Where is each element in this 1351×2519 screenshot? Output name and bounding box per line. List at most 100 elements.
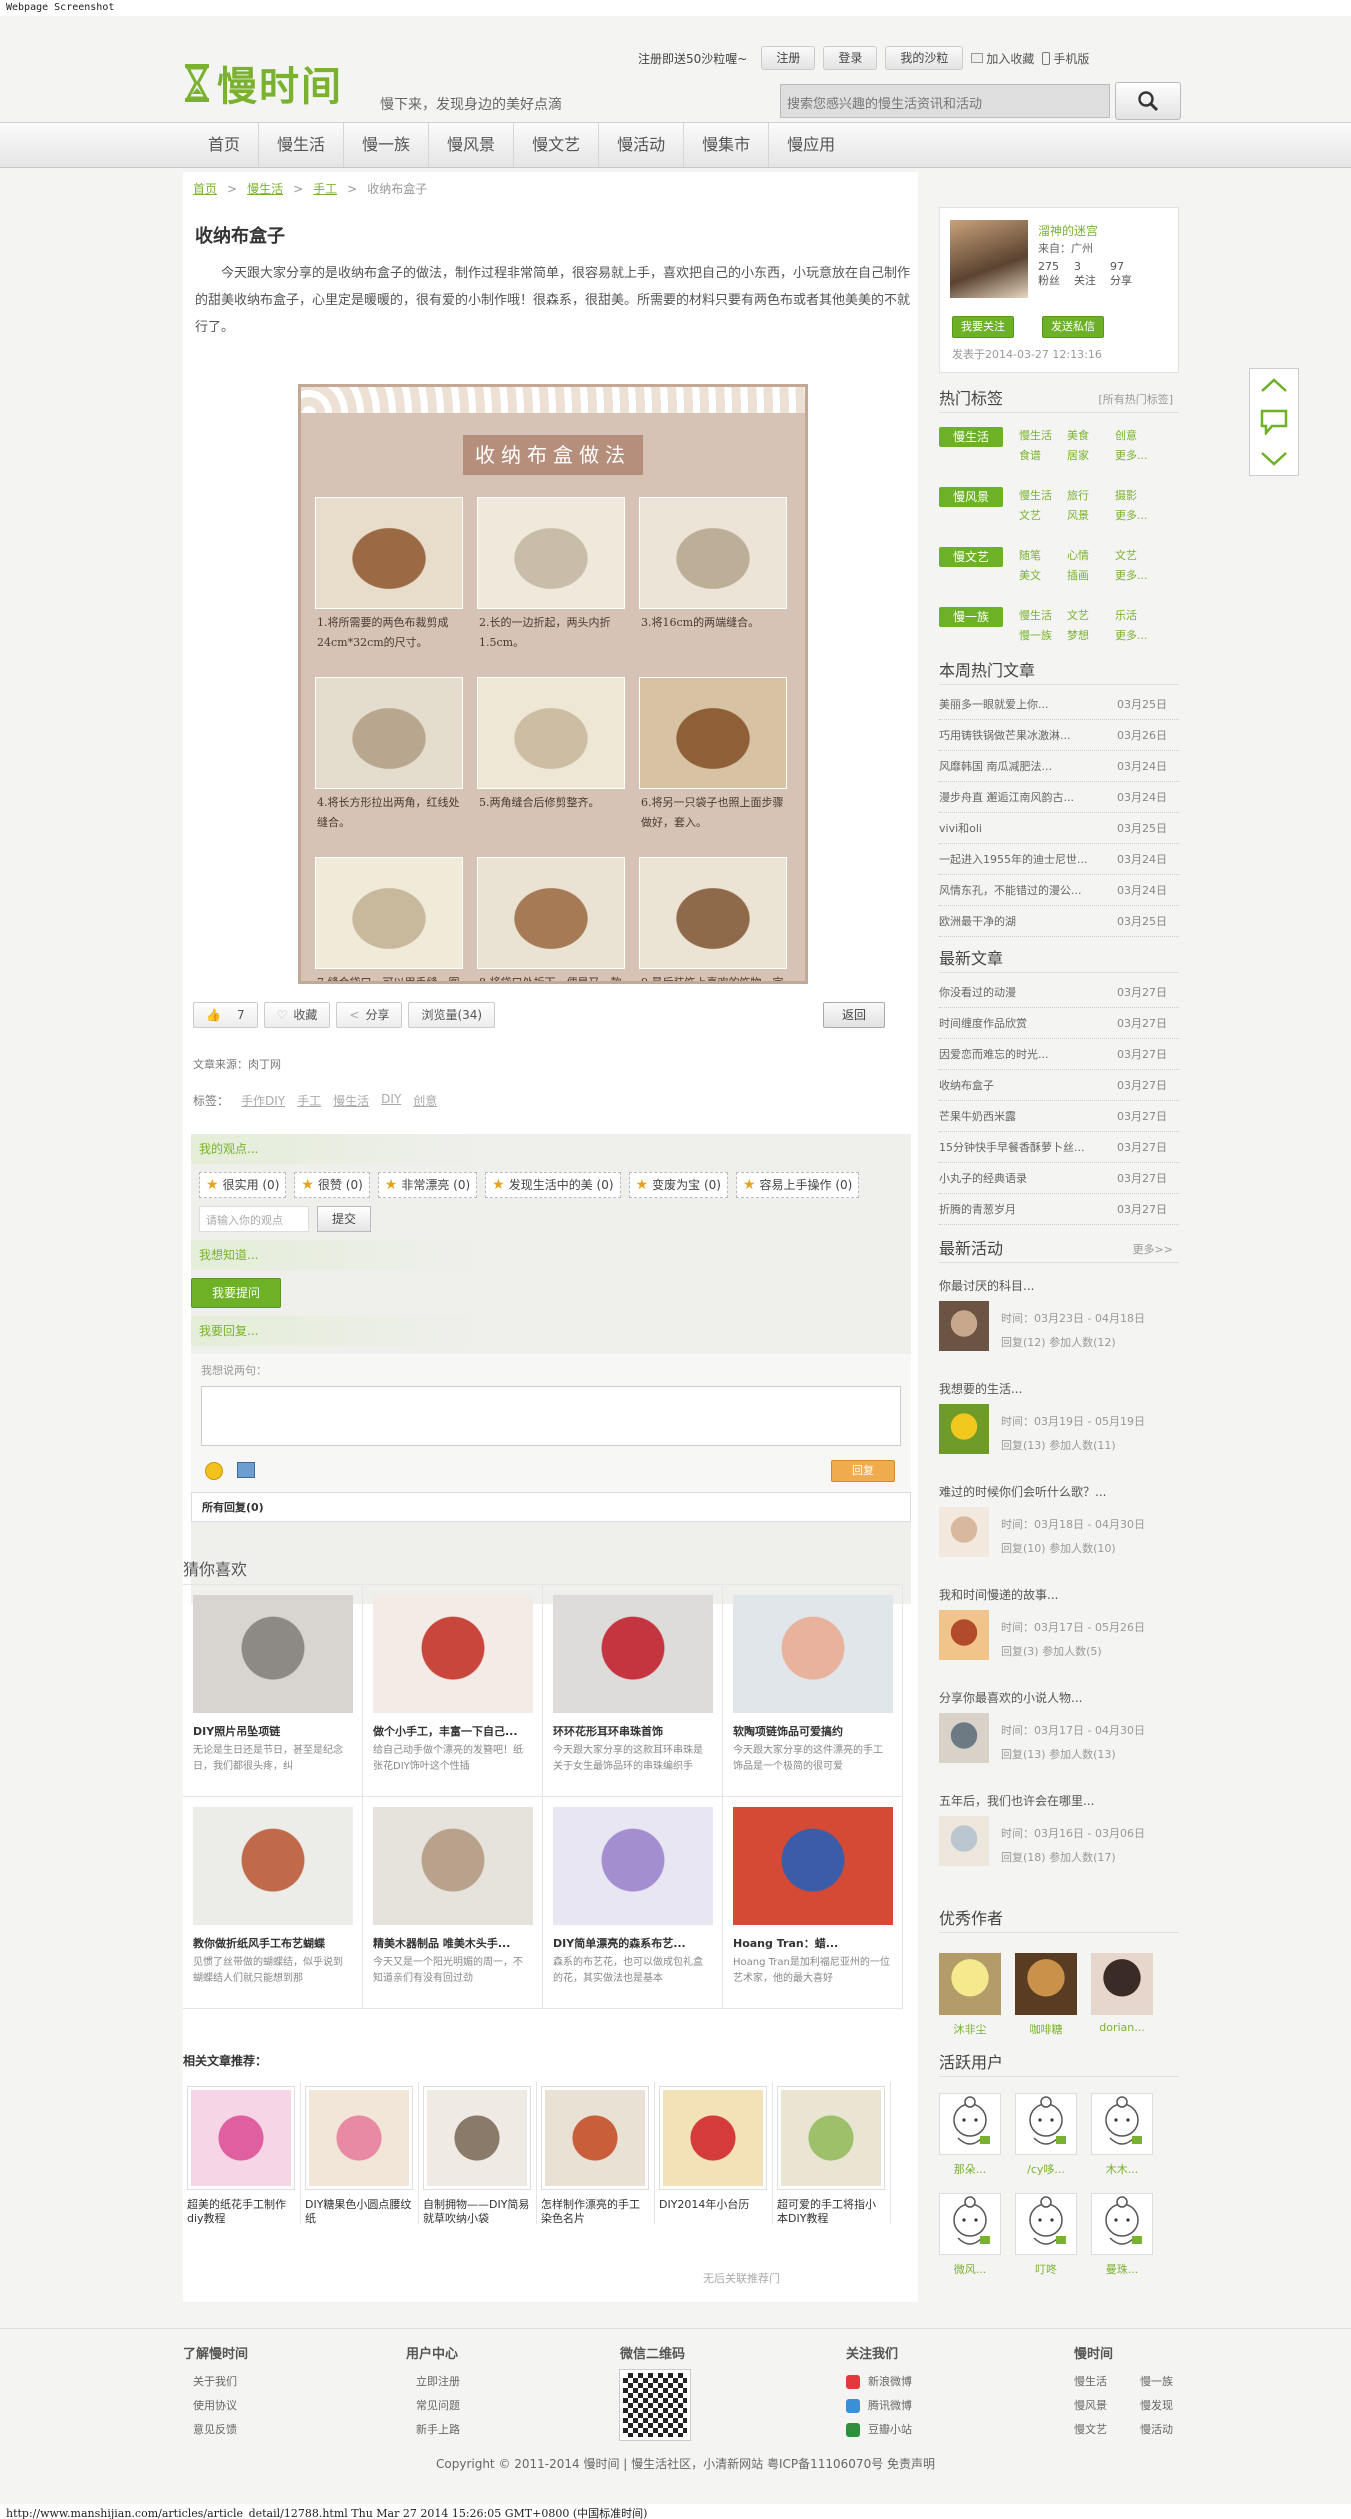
hot-tag-link[interactable]: 心情 (1067, 547, 1115, 565)
hot-tag-link[interactable]: 居家 (1067, 447, 1115, 465)
article-list-item[interactable]: vivi和oli 03月25日 (939, 813, 1179, 844)
user-avatar[interactable] (1015, 2193, 1077, 2255)
article-list-title[interactable]: 芒果牛奶西米露 (939, 1101, 1016, 1131)
weibo-link[interactable]: 新浪微博 (846, 2370, 912, 2394)
breadcrumb-subcategory[interactable]: 手工 (313, 182, 337, 196)
active-user-item[interactable]: 曼珠... (1091, 2193, 1153, 2277)
guess-item[interactable]: 精美木器制品 唯美木头手... 今天又是一个阳光明媚的周一，不知道亲们有没有回过劲 (363, 1797, 543, 2009)
guess-item-title[interactable]: 做个小手工，丰富一下自己... (373, 1723, 532, 1739)
hot-tag-link[interactable]: 美食 (1067, 427, 1115, 445)
scroll-down-icon[interactable] (1260, 451, 1288, 467)
activity-thumb[interactable] (939, 1610, 989, 1660)
user-name[interactable]: 那朵... (939, 2161, 1001, 2177)
guess-item-title[interactable]: DIY简单漂亮的森系布艺... (553, 1935, 712, 1951)
active-user-item[interactable]: /cy哆... (1015, 2093, 1077, 2177)
activity-item[interactable]: 我和时间慢递的故事... 时间：03月17日 - 05月26日 回复(3) 参加人数… (939, 1586, 1179, 1686)
author-avatar[interactable] (950, 220, 1028, 298)
hot-tag-link[interactable]: 慢生活 (1019, 607, 1067, 625)
activity-title[interactable]: 你最讨厌的科目... (939, 1277, 1179, 1294)
breadcrumb-home[interactable]: 首页 (193, 182, 217, 196)
related-item-image[interactable] (777, 2086, 885, 2190)
nav-item-slow-market[interactable]: 慢集市 (684, 123, 770, 167)
article-list-item[interactable]: 巧用铸铁锅做芒果冰激淋... 03月26日 (939, 720, 1179, 751)
article-list-item[interactable]: 芒果牛奶西米露 03月27日 (939, 1101, 1179, 1132)
share-button[interactable]: < 分享 (336, 1002, 403, 1028)
related-item-title[interactable]: DIY糖果色小圆点腰纹纸 (305, 2198, 414, 2226)
site-logo[interactable]: 慢时间 (183, 54, 343, 112)
breadcrumb-category[interactable]: 慢生活 (247, 182, 283, 196)
article-list-title[interactable]: 收纳布盒子 (939, 1070, 994, 1100)
article-list-item[interactable]: 时间缠度作品欣赏 03月27日 (939, 1008, 1179, 1039)
reply-button[interactable]: 回复 (831, 1460, 895, 1482)
footer-link[interactable]: 关于我们 (183, 2370, 248, 2394)
related-item-image[interactable] (541, 2086, 649, 2190)
guess-item-title[interactable]: 教你做折纸风手工布艺蝴蝶 (193, 1935, 352, 1951)
hot-tag-badge[interactable]: 慢风景 (939, 487, 1003, 507)
active-user-item[interactable]: 木木... (1091, 2093, 1153, 2177)
opinion-option[interactable]: ★ 很赞 (0) (294, 1172, 370, 1198)
author-avatar[interactable] (1015, 1953, 1077, 2015)
user-avatar[interactable] (1091, 2093, 1153, 2155)
footer-link[interactable]: 意见反馈 (183, 2418, 248, 2442)
guess-item-image[interactable] (193, 1595, 353, 1713)
author-avatar[interactable] (1091, 1953, 1153, 2015)
guess-item-title[interactable]: Hoang Tran：蜡... (733, 1935, 892, 1951)
active-user-item[interactable]: 那朵... (939, 2093, 1001, 2177)
add-favorite-link[interactable]: 加入收藏 (971, 50, 1034, 67)
activity-thumb[interactable] (939, 1301, 989, 1351)
related-item[interactable]: 超可爱的手工将指小本DIY教程 (773, 2082, 891, 2225)
collect-button[interactable]: ♡ 收藏 (263, 1002, 331, 1028)
related-item-image[interactable] (659, 2086, 767, 2190)
scroll-up-icon[interactable] (1260, 377, 1288, 393)
opinion-option[interactable]: ★ 容易上手操作 (0) (735, 1172, 860, 1198)
nav-item-home[interactable]: 首页 (190, 123, 260, 167)
hot-tag-badge[interactable]: 慢一族 (939, 607, 1003, 627)
hot-tag-link[interactable]: 慢生活 (1019, 487, 1067, 505)
user-avatar[interactable] (1015, 2093, 1077, 2155)
related-item-title[interactable]: 超美的纸花手工制作diy教程 (187, 2198, 296, 2226)
opinion-option[interactable]: ★ 很实用 (0) (199, 1172, 287, 1198)
hot-tag-link[interactable]: 摄影 (1115, 487, 1163, 505)
register-button[interactable]: 注册 (761, 46, 816, 70)
guess-item[interactable]: DIY照片吊坠项链 无论是生日还是节日，甚至是纪念日，我们都很头疼，纠 (183, 1585, 363, 1797)
user-avatar[interactable] (1091, 2193, 1153, 2255)
guess-item[interactable]: 环环花形耳环串珠首饰 今天跟大家分享的这款耳环串珠是关于女生最饰品环的串珠编织手 (543, 1585, 723, 1797)
guess-item-image[interactable] (193, 1807, 353, 1925)
reply-textarea[interactable] (201, 1386, 901, 1446)
footer-link[interactable]: 新手上路 (406, 2418, 460, 2442)
related-item[interactable]: 超美的纸花手工制作diy教程 (183, 2082, 301, 2226)
guess-item-image[interactable] (733, 1595, 893, 1713)
activity-item[interactable]: 你最讨厌的科目... 时间：03月23日 - 04月18日 回复(12) 参加人数(… (939, 1277, 1179, 1377)
activity-thumb[interactable] (939, 1816, 989, 1866)
guess-item-image[interactable] (733, 1807, 893, 1925)
article-list-item[interactable]: 一起进入1955年的迪士尼世... 03月24日 (939, 844, 1179, 875)
like-button[interactable]: 👍 7 (193, 1002, 258, 1028)
tag-link[interactable]: 创意 (413, 1092, 437, 1109)
nav-item-slow-life[interactable]: 慢生活 (259, 123, 345, 167)
tag-link[interactable]: 手作DIY (241, 1092, 285, 1109)
tag-link[interactable]: DIY (381, 1092, 401, 1109)
hot-tag-link[interactable]: 慢一族 (1019, 627, 1067, 645)
guess-item-title[interactable]: 精美木器制品 唯美木头手... (373, 1935, 532, 1951)
user-avatar[interactable] (939, 2193, 1001, 2255)
article-list-title[interactable]: vivi和oli (939, 813, 982, 843)
related-item[interactable]: 自制拥物——DIY简易就草吹纳小袋 (419, 2082, 537, 2226)
footer-link[interactable]: 常见问题 (406, 2394, 460, 2418)
user-name[interactable]: 曼珠... (1091, 2261, 1153, 2277)
footer-link[interactable]: 使用协议 (183, 2394, 248, 2418)
article-list-item[interactable]: 欧洲最干净的湖 03月25日 (939, 906, 1179, 937)
article-list-item[interactable]: 美丽多一眼就爱上你... 03月25日 (939, 689, 1179, 720)
article-list-item[interactable]: 漫步舟直 邂逅江南风韵古... 03月24日 (939, 782, 1179, 813)
footer-link[interactable]: 慢生活 (1074, 2370, 1140, 2394)
activity-title[interactable]: 我想要的生活... (939, 1380, 1179, 1397)
guess-item-image[interactable] (553, 1807, 713, 1925)
hot-tag-badge[interactable]: 慢文艺 (939, 547, 1003, 567)
nav-item-slow-scenery[interactable]: 慢风景 (429, 123, 515, 167)
article-list-item[interactable]: 15分钟快手早餐香酥萝卜丝... 03月27日 (939, 1132, 1179, 1163)
related-item-title[interactable]: 自制拥物——DIY简易就草吹纳小袋 (423, 2198, 532, 2226)
comment-icon[interactable] (1260, 409, 1288, 435)
article-list-title[interactable]: 漫步舟直 邂逅江南风韵古... (939, 782, 1074, 812)
related-item[interactable]: 怎样制作漂亮的手工染色名片 (537, 2082, 655, 2225)
user-name[interactable]: /cy哆... (1015, 2161, 1077, 2177)
author-name[interactable]: 溜神的迷宫 (1038, 222, 1098, 239)
